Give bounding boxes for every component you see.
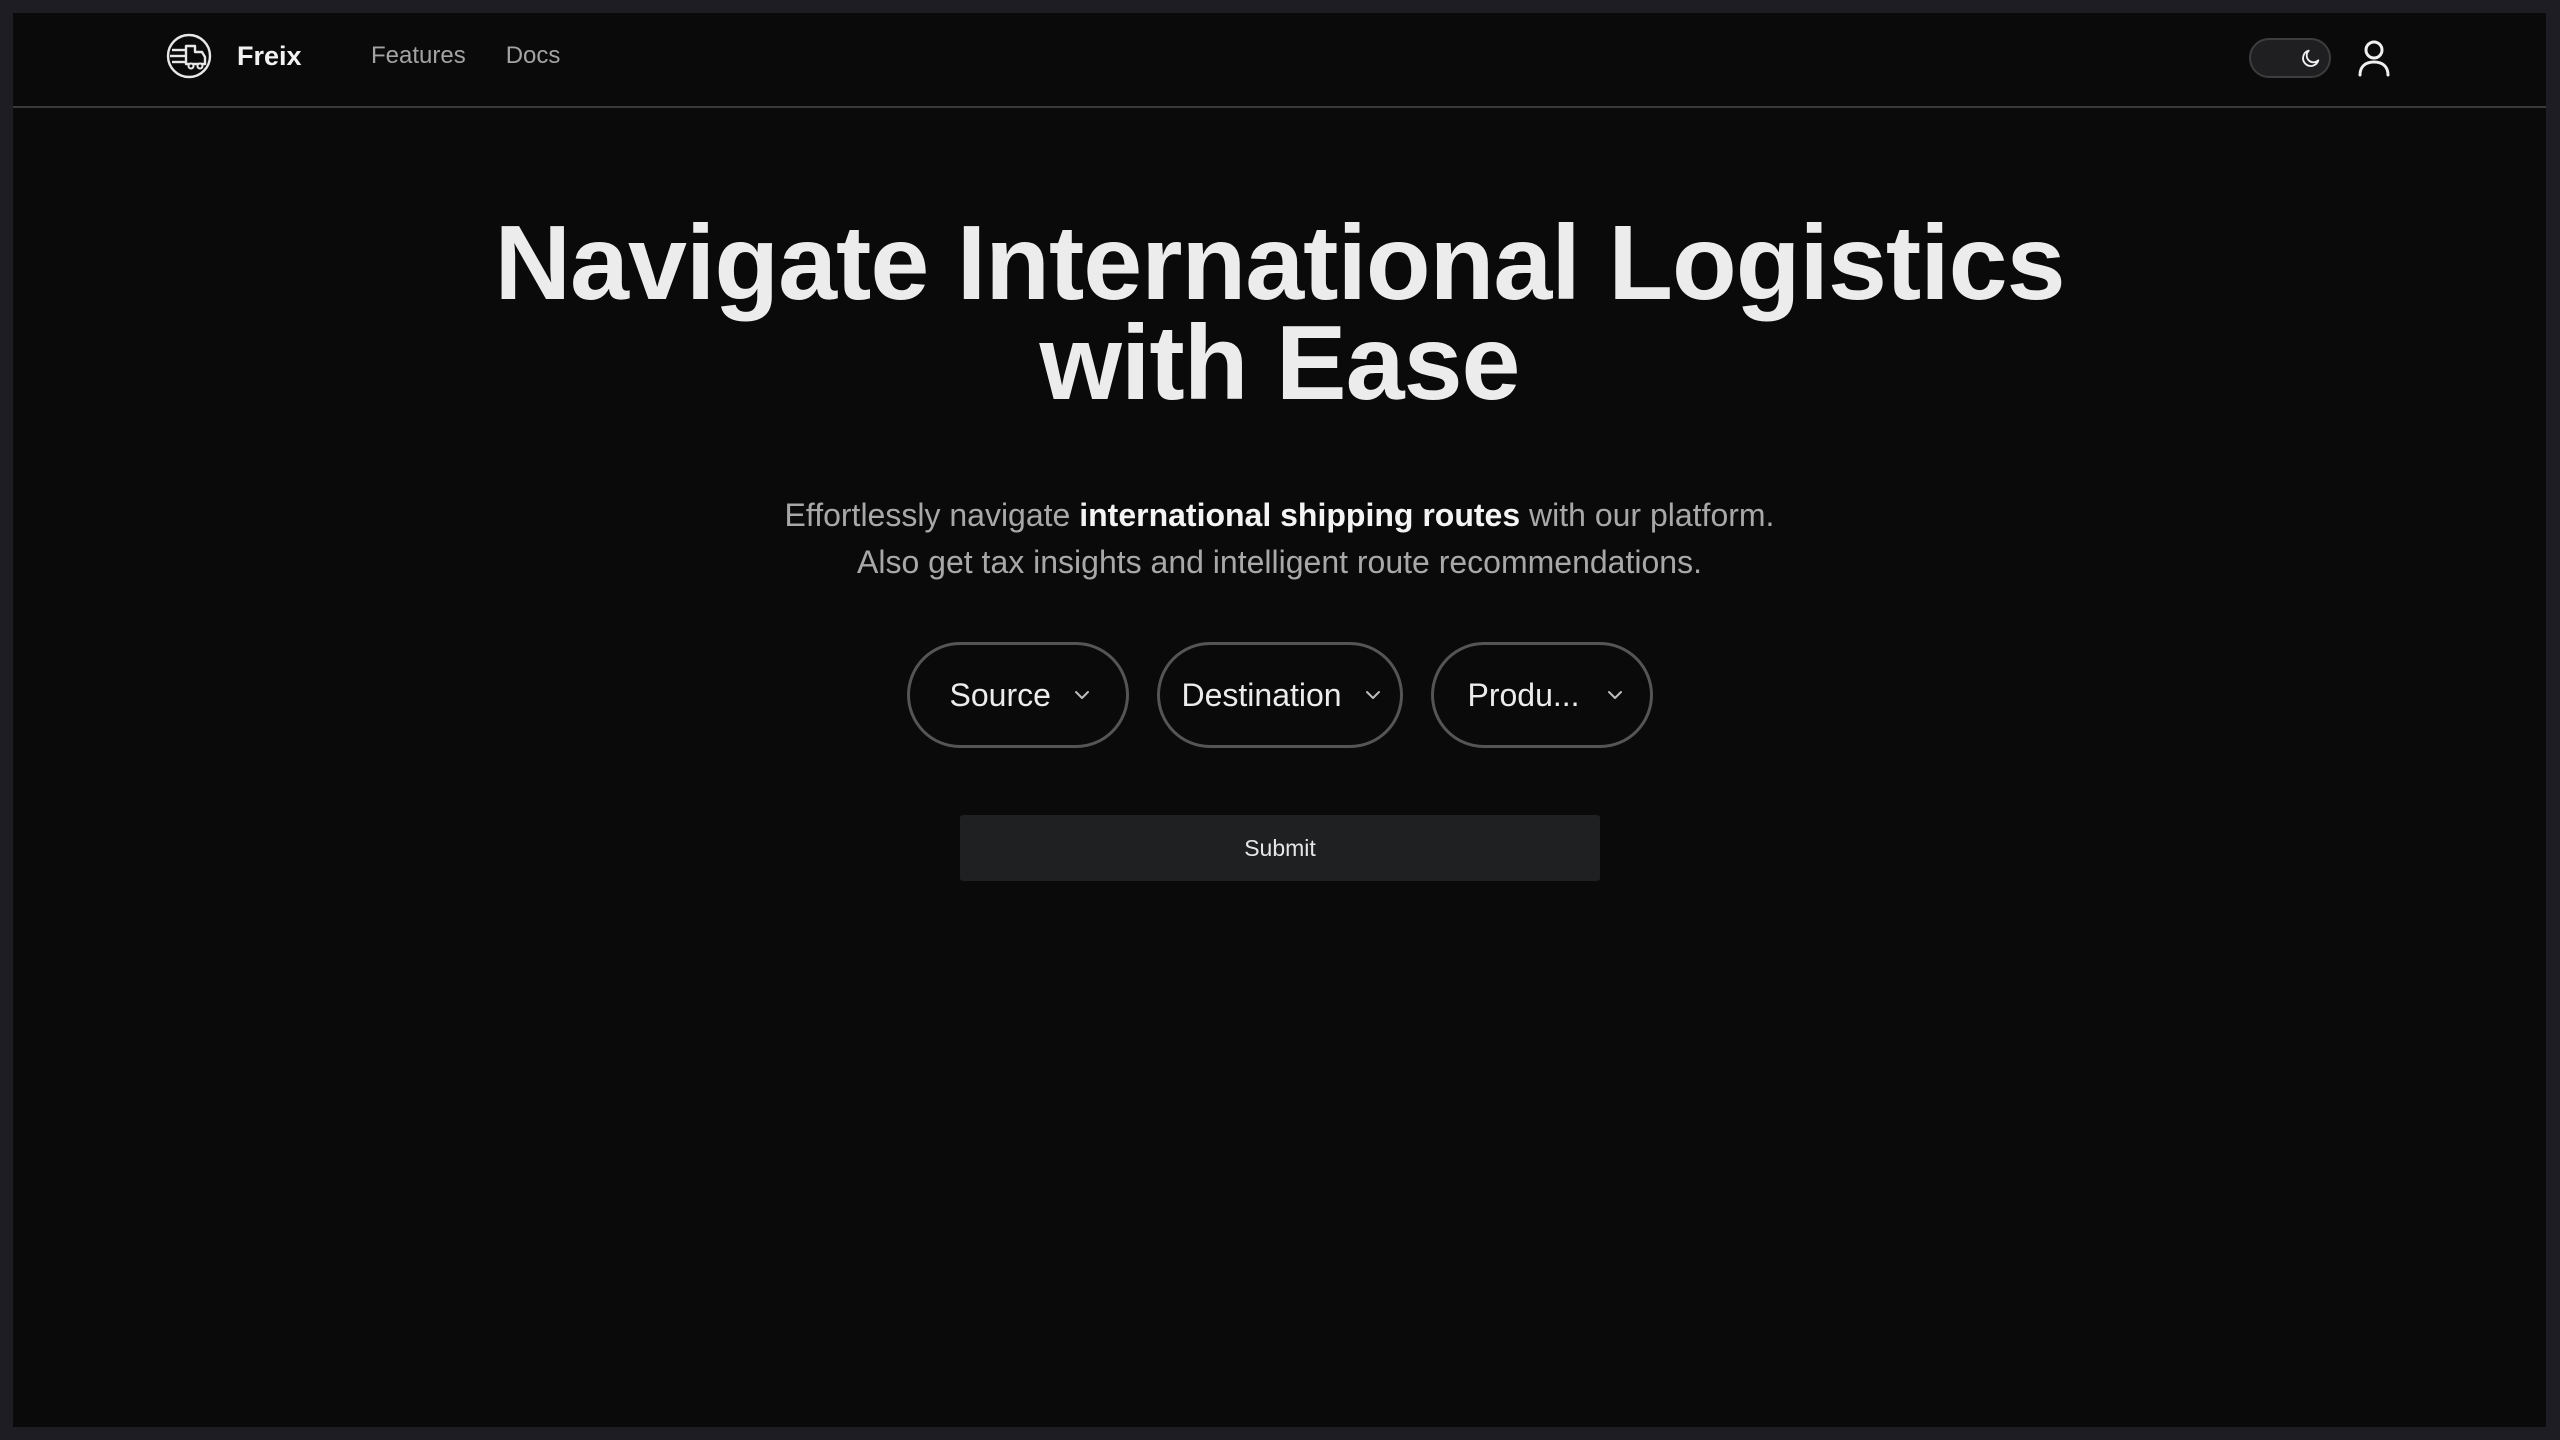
submit-button[interactable]: Submit — [960, 815, 1600, 881]
chevron-down-icon — [1606, 689, 1624, 701]
brand[interactable]: Freix — [165, 30, 302, 82]
product-select[interactable]: Produ... — [1430, 642, 1653, 748]
moon-icon — [2296, 43, 2326, 73]
hero-title-line-1: Navigate International Logistics — [494, 204, 2065, 322]
nav-link-features[interactable]: Features — [371, 42, 466, 70]
destination-select-label: Destination — [1181, 676, 1342, 713]
shipping-globe-icon — [166, 33, 212, 79]
source-select-label: Source — [949, 676, 1051, 713]
main-nav: Features Docs — [371, 30, 600, 82]
user-account-button[interactable] — [2353, 37, 2395, 79]
subtitle-text: Effortlessly navigate — [784, 497, 1080, 533]
theme-toggle[interactable] — [2249, 38, 2331, 78]
user-icon — [2358, 40, 2390, 77]
source-select[interactable]: Source — [906, 642, 1129, 748]
top-navbar: Freix Features Docs — [13, 13, 2546, 108]
chevron-down-icon — [1073, 689, 1091, 701]
subtitle-text: with our platform. — [1520, 497, 1775, 533]
nav-link-docs[interactable]: Docs — [506, 42, 561, 70]
hero-title-line-2: with Ease — [1039, 304, 1521, 422]
hero-subtitle: Effortlessly navigate international ship… — [13, 492, 2546, 586]
chevron-down-icon — [1364, 689, 1382, 701]
hero-title: Navigate International Logistics with Ea… — [13, 204, 2546, 422]
destination-select[interactable]: Destination — [1156, 642, 1403, 748]
subtitle-highlight: international shipping routes — [1079, 497, 1521, 533]
product-select-label: Produ... — [1467, 676, 1580, 713]
subtitle-line-2: Also get tax insights and intelligent ro… — [857, 544, 1702, 580]
brand-name: Freix — [237, 40, 302, 71]
subtitle-line-1: Effortlessly navigate international ship… — [13, 492, 2546, 539]
app-window: Freix Features Docs Navigate Internation… — [13, 13, 2546, 1427]
route-selectors: Source Destination Produ... — [13, 642, 2546, 748]
